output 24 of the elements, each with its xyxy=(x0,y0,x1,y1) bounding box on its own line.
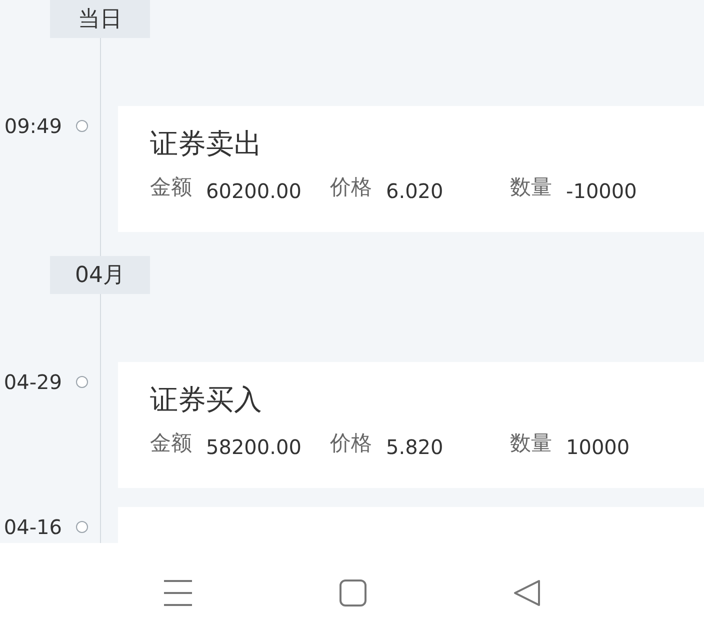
square-icon[interactable] xyxy=(339,578,367,606)
field-value: 60200.00 xyxy=(206,178,302,205)
date-header: 04月 xyxy=(50,256,150,294)
transaction-title: 证券买入 xyxy=(150,382,263,418)
field-value: 58200.00 xyxy=(206,434,302,461)
field-label: 数量 xyxy=(510,174,552,202)
field-label: 金额 xyxy=(150,174,192,202)
field-label: 金额 xyxy=(150,430,192,458)
field-value: 5.820 xyxy=(386,434,444,461)
field-value: 10000 xyxy=(566,434,630,461)
entry-time: 09:49 xyxy=(3,114,62,138)
field-label: 数量 xyxy=(510,430,552,458)
transaction-card[interactable]: 证券买入 金额 58200.00 价格 5.820 数量 10000 xyxy=(118,362,704,488)
transaction-title: 证券卖出 xyxy=(150,126,263,162)
field-value: 6.020 xyxy=(386,178,444,205)
triangle-back-icon[interactable] xyxy=(513,578,541,606)
field-label: 价格 xyxy=(330,174,372,202)
transaction-card[interactable]: 证券卖出 金额 60200.00 价格 6.020 数量 -10000 xyxy=(118,106,704,232)
date-header: 当日 xyxy=(50,0,150,38)
field-value: -10000 xyxy=(566,178,637,205)
menu-icon[interactable] xyxy=(163,578,193,606)
entry-time: 04-29 xyxy=(2,370,62,394)
field-label: 价格 xyxy=(330,430,372,458)
entry-time: 04-16 xyxy=(2,515,62,539)
